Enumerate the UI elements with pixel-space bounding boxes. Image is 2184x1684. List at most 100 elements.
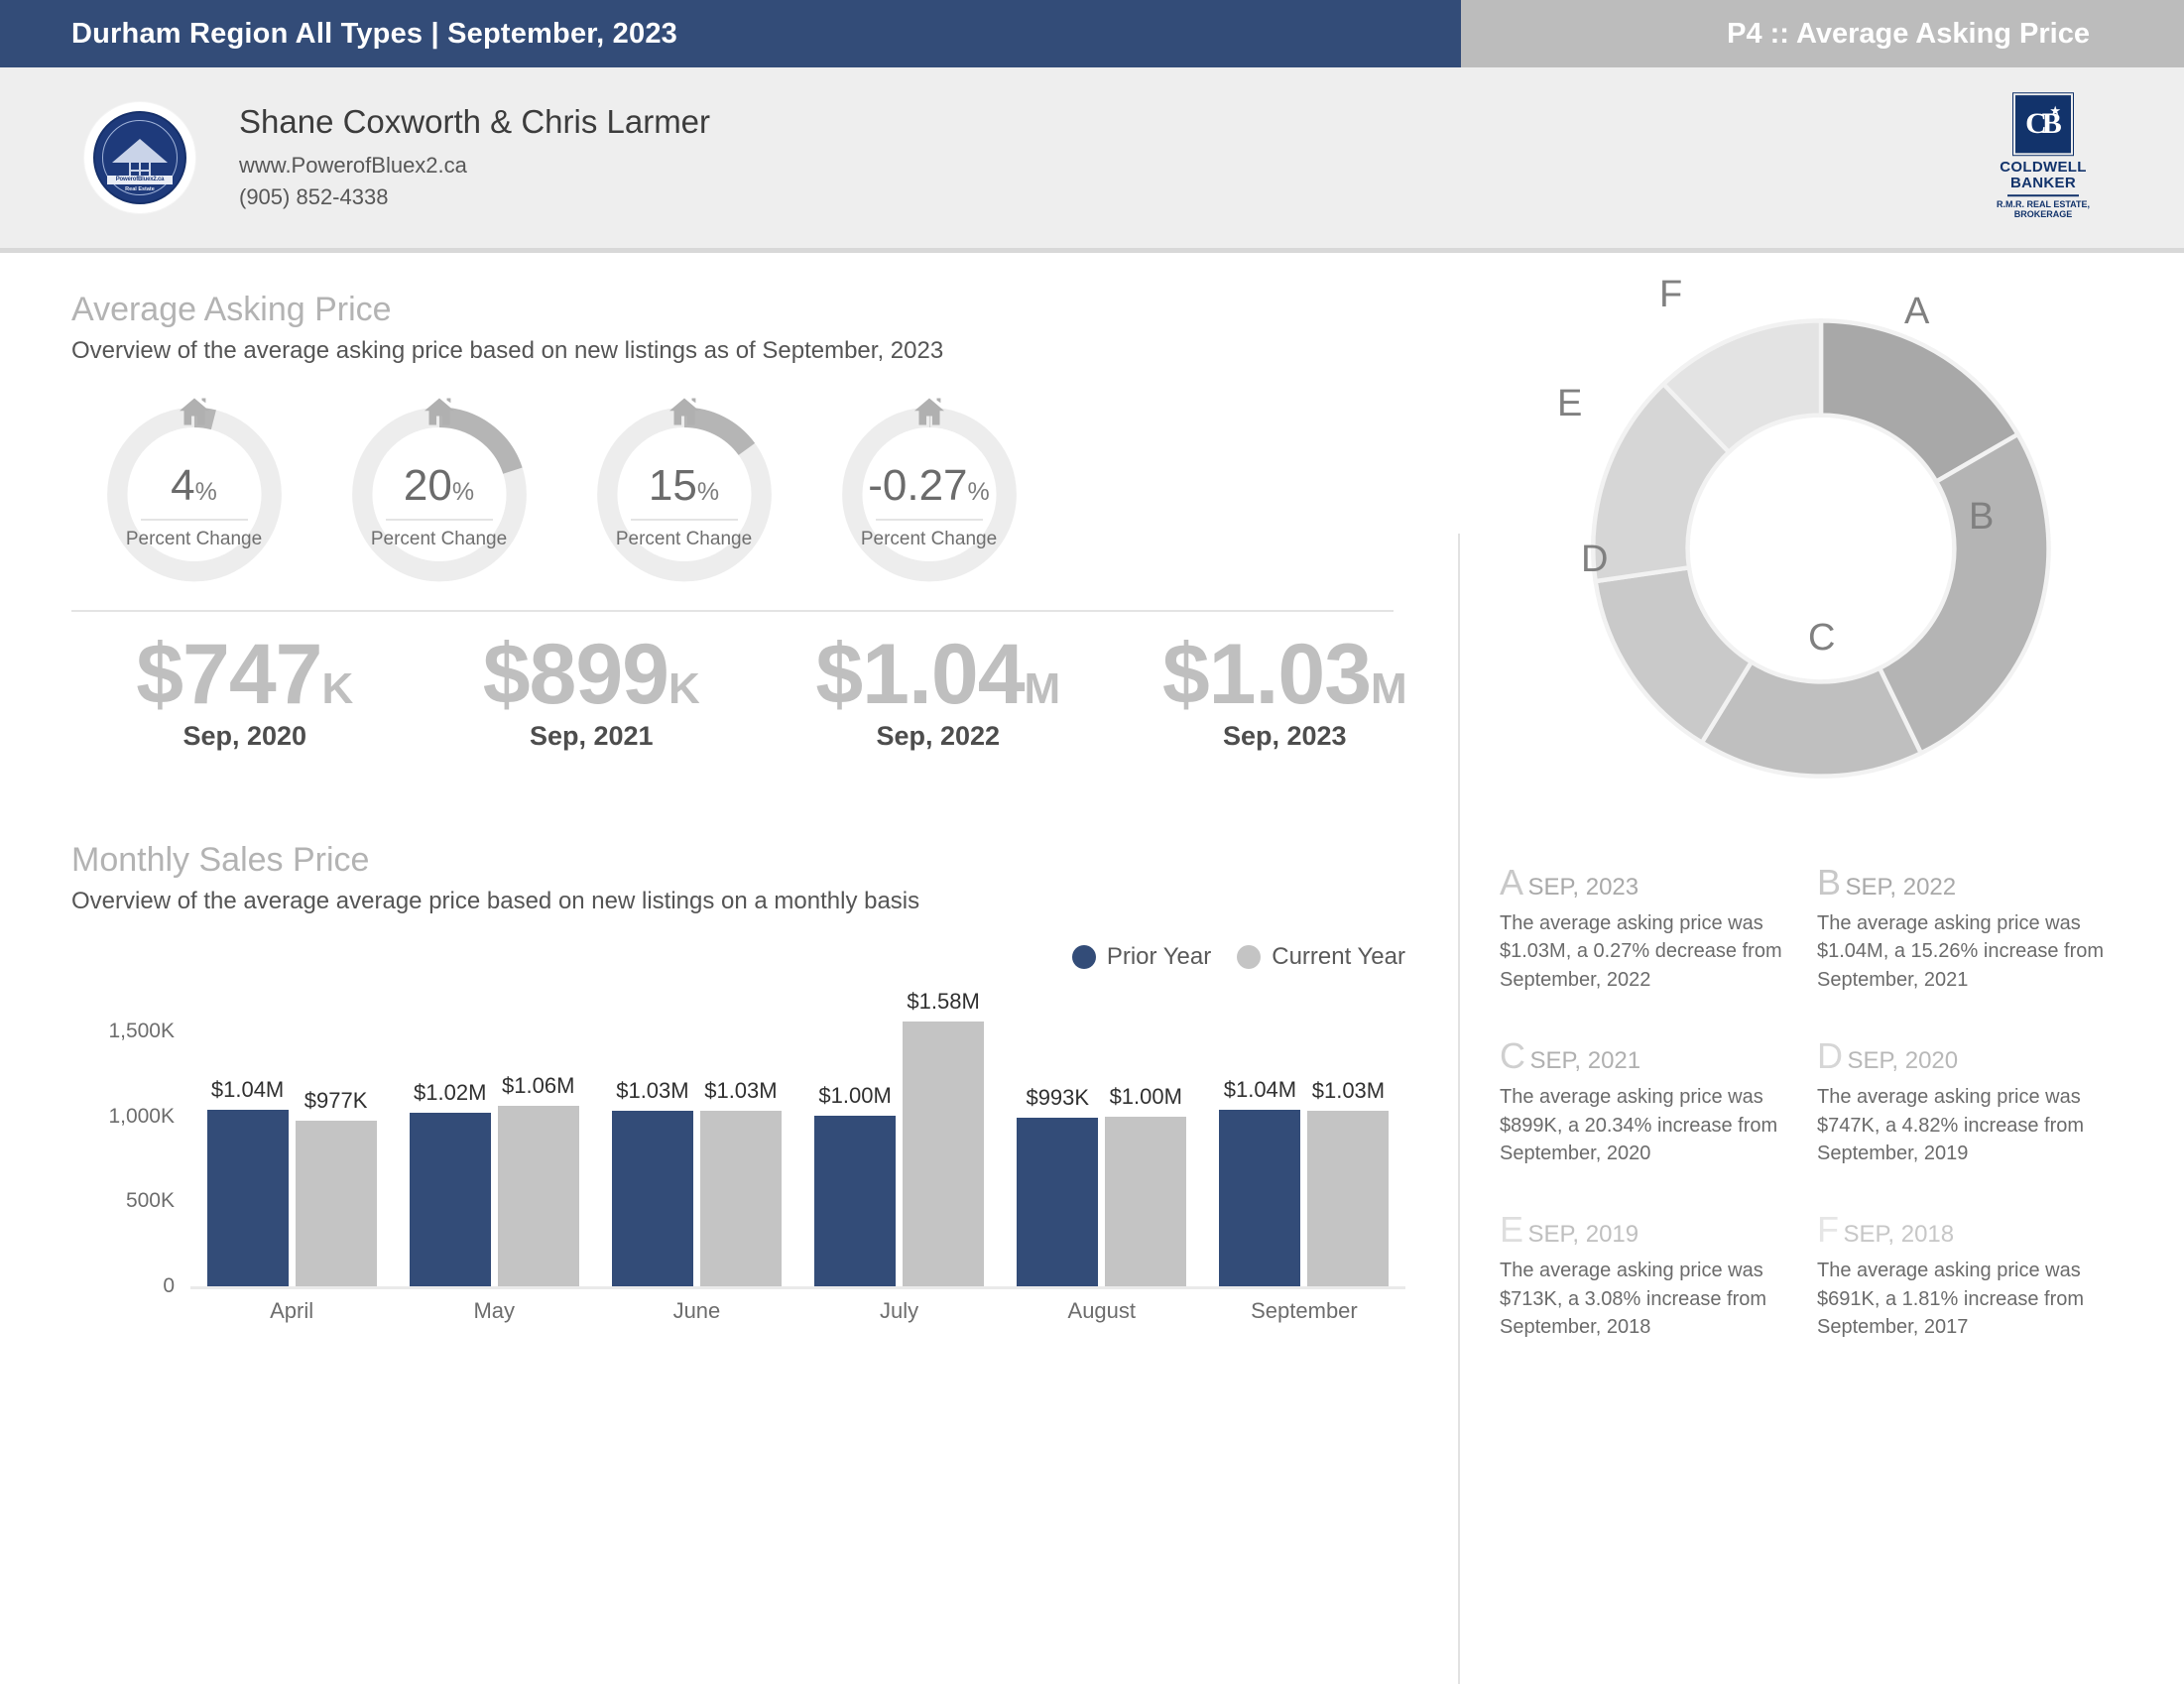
gauge-label: Percent Change <box>125 529 263 549</box>
donut-label-d: D <box>1581 539 1609 580</box>
donut-svg <box>1591 318 2051 779</box>
price-card: $1.04M Sep, 2022 <box>765 630 1112 752</box>
bar-value-label: $1.03M <box>1311 1078 1386 1104</box>
bar-column[interactable]: $1.04M <box>1219 989 1301 1287</box>
bar-prior-year[interactable] <box>611 1111 693 1287</box>
y-tick-label: 1,000K <box>108 1105 175 1129</box>
gauge-card: -0.27% Percent Change <box>806 398 1051 586</box>
bar-prior-year[interactable] <box>1017 1118 1099 1287</box>
agent-website[interactable]: www.PowerofBluex2.ca <box>239 150 710 181</box>
donut-segment-b[interactable] <box>1877 430 2051 757</box>
monthly-subtitle: Overview of the average average price ba… <box>71 888 920 915</box>
bar-column[interactable]: $1.03M <box>1307 989 1390 1287</box>
brokerage-divider <box>2006 194 2079 197</box>
legend-card-letter: E <box>1500 1209 1524 1251</box>
bar-value-label: $1.03M <box>616 1078 689 1104</box>
bar-column[interactable]: $1.02M <box>409 989 491 1287</box>
legend-card-letter: B <box>1817 862 1842 902</box>
legend-card-text: The average asking price was $899K, a 20… <box>1500 1086 1778 1164</box>
coldwell-banker-logo: CB ★ COLDWELL BANKER R.M.R. REAL ESTATE,… <box>1997 92 2090 220</box>
page-body: Average Asking Price Overview of the ave… <box>0 253 2184 1684</box>
bar-current-year[interactable] <box>1307 1111 1390 1287</box>
house-icon <box>179 398 209 425</box>
legend-card: D SEP, 2020 The average asking price was… <box>1817 1035 2134 1167</box>
price-card: $1.03M Sep, 2023 <box>1112 630 1459 752</box>
agent-logo: PowerofBluex2.ca Real Estate <box>84 102 195 213</box>
agent-details: Shane Coxworth & Chris Larmer www.Powero… <box>239 103 710 213</box>
legend-color-swatch <box>1071 945 1096 970</box>
agent-seal-icon: PowerofBluex2.ca Real Estate <box>93 111 186 204</box>
legend-item-prior-year[interactable]: Prior Year <box>1071 943 1211 971</box>
bar-column[interactable]: $977K <box>295 989 377 1287</box>
x-tick-label: April <box>270 1298 314 1324</box>
bar-current-year[interactable] <box>903 1022 985 1287</box>
gauge-label: Percent Change <box>370 529 508 549</box>
bar-group: $993K $1.00M <box>1001 989 1203 1287</box>
bar-column[interactable]: $1.03M <box>699 989 782 1287</box>
x-tick-label: May <box>473 1298 516 1324</box>
bar-current-year[interactable] <box>497 1106 579 1287</box>
legend-card: C SEP, 2021 The average asking price was… <box>1500 1035 1817 1167</box>
gauge-unit: % <box>967 478 990 506</box>
price-card: $747K Sep, 2020 <box>71 630 419 752</box>
seal-band-text: PowerofBluex2.ca <box>107 176 173 184</box>
legend-item-current-year[interactable]: Current Year <box>1237 943 1405 971</box>
bar-group: $1.00M $1.58M <box>798 989 1001 1287</box>
gauge-card: 20% Percent Change <box>316 398 561 586</box>
price-suffix: M <box>1371 664 1407 713</box>
bar-current-year[interactable] <box>295 1121 377 1287</box>
bar-column[interactable]: $1.00M <box>1105 989 1187 1287</box>
bar-value-label: $1.58M <box>907 989 980 1015</box>
bar-column[interactable]: $1.03M <box>611 989 693 1287</box>
price-amount: $1.03 <box>1161 627 1372 722</box>
house-icon <box>424 398 454 425</box>
bar-column[interactable]: $1.00M <box>814 989 897 1287</box>
agent-phone[interactable]: (905) 852-4338 <box>239 181 710 213</box>
legend-card-date: SEP, 2019 <box>1527 1221 1639 1249</box>
bar-current-year[interactable] <box>1105 1117 1187 1287</box>
legend-card-letter: D <box>1817 1035 1843 1077</box>
bar-prior-year[interactable] <box>1219 1110 1301 1287</box>
legend-label: Current Year <box>1272 943 1405 971</box>
legend-card-date: SEP, 2018 <box>1843 1221 1955 1249</box>
legend-card-text: The average asking price was $1.04M, a 1… <box>1817 912 2105 991</box>
bar-current-year[interactable] <box>699 1111 782 1287</box>
bar-group: $1.03M $1.03M <box>595 989 797 1287</box>
bar-prior-year[interactable] <box>409 1113 491 1287</box>
house-icon <box>668 398 699 425</box>
gauge-value: 15 <box>648 461 697 510</box>
legend-card-text: The average asking price was $1.03M, a 0… <box>1500 912 1782 991</box>
x-tick-label: June <box>672 1298 721 1324</box>
y-tick-label: 0 <box>163 1274 175 1298</box>
gauge-divider <box>140 519 248 521</box>
y-axis: 0 500K 1,000K 1,500K <box>71 989 182 1297</box>
gauge-value: 4 <box>171 461 195 510</box>
bar-value-label: $1.00M <box>1109 1084 1182 1110</box>
bar-column[interactable]: $1.58M <box>903 989 985 1287</box>
legend-card-date: SEP, 2020 <box>1847 1047 1959 1075</box>
bar-column[interactable]: $993K <box>1017 989 1099 1287</box>
bar-column[interactable]: $1.06M <box>497 989 579 1287</box>
bar-group: $1.04M $1.03M <box>1203 989 1405 1287</box>
y-tick-label: 500K <box>125 1189 175 1213</box>
page-label-banner: P4 :: Average Asking Price <box>1461 0 2184 67</box>
x-axis-labels: April May June July August September <box>190 1298 1405 1324</box>
legend-card-text: The average asking price was $713K, a 3.… <box>1500 1260 1767 1339</box>
price-period: Sep, 2021 <box>529 721 654 752</box>
bar-column[interactable]: $1.04M <box>206 989 289 1287</box>
bar-group: $1.02M $1.06M <box>393 989 595 1287</box>
price-period: Sep, 2022 <box>876 721 1001 752</box>
bar-prior-year[interactable] <box>814 1116 897 1287</box>
gauge-card: 4% Percent Change <box>71 398 316 586</box>
legend-color-swatch <box>1237 945 1262 970</box>
chart-legend: Prior Year Current Year <box>71 943 1405 971</box>
gauge-unit: % <box>451 478 475 506</box>
left-column: Average Asking Price Overview of the ave… <box>0 253 1458 1383</box>
bar-value-label: $1.02M <box>414 1080 487 1106</box>
star-icon: ★ <box>2049 103 2061 119</box>
gauge-value: 20 <box>403 461 452 510</box>
bar-value-label: $1.03M <box>704 1078 778 1104</box>
price-period: Sep, 2020 <box>182 721 307 752</box>
bar-prior-year[interactable] <box>206 1110 289 1287</box>
bar-value-label: $993K <box>1026 1085 1090 1111</box>
